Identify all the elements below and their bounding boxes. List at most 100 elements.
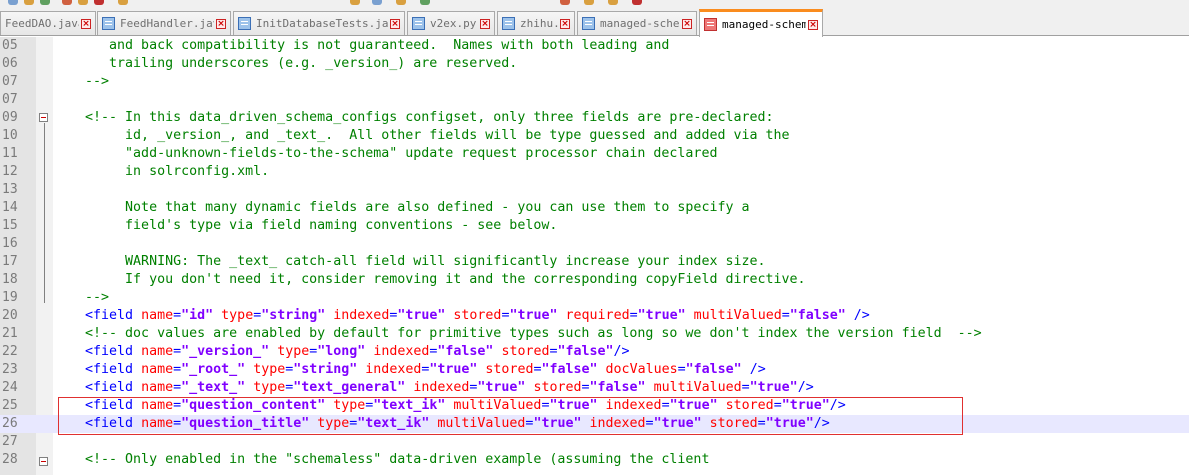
code-token: "true" [509, 308, 558, 323]
code-token: multiValued [437, 416, 526, 431]
toolbar-icon[interactable] [350, 0, 360, 5]
toolbar-icon[interactable] [24, 0, 34, 5]
close-icon[interactable]: × [81, 18, 91, 29]
code-line[interactable]: 27 [0, 433, 1189, 451]
toolbar-icon[interactable] [94, 0, 104, 5]
close-icon[interactable]: × [560, 18, 570, 29]
toolbar-icon[interactable] [40, 0, 50, 5]
toolbar-icon[interactable] [118, 0, 128, 5]
code-line[interactable]: 24 <field name="_text_" type="text_gener… [0, 379, 1189, 397]
close-icon[interactable]: × [808, 19, 818, 30]
toolbar-icon[interactable] [632, 0, 642, 5]
code-text: field's type via field naming convention… [53, 217, 557, 235]
toolbar-icon[interactable] [8, 0, 18, 5]
code-line[interactable]: 09 <!-- In this data_driven_schema_confi… [0, 109, 1189, 127]
code-line[interactable]: 11 "add-unknown-fields-to-the-schema" up… [0, 145, 1189, 163]
code-token: <field [85, 416, 142, 431]
code-token: in solrconfig.xml. [53, 164, 270, 179]
code-line[interactable]: 05 and back compatibility is not guarant… [0, 37, 1189, 55]
code-token: name [141, 380, 174, 395]
code-token: "false" [789, 308, 846, 323]
tab-managed-schema-2[interactable]: managed-schema × [699, 9, 823, 37]
code-line[interactable]: 19 --> [0, 289, 1189, 307]
toolbar-icon[interactable] [584, 0, 594, 5]
close-icon[interactable]: × [682, 18, 692, 29]
toolbar-icon[interactable] [420, 0, 430, 5]
code-token: <!-- Only enabled in the "schemaless" da… [53, 452, 710, 467]
toolbar-icon[interactable] [372, 0, 382, 5]
code-line[interactable]: 10 id, _version_, and _text_. All other … [0, 127, 1189, 145]
tab-feedhandler-java[interactable]: FeedHandler.java × [97, 11, 231, 35]
code-token: = [629, 308, 638, 323]
code-token: /> [613, 344, 630, 359]
code-line[interactable]: 17 WARNING: The _text_ catch-all field w… [0, 253, 1189, 271]
tab-label: FeedHandler.java [120, 17, 214, 30]
code-line[interactable]: 07 --> [0, 73, 1189, 91]
line-number: 20 [2, 308, 18, 323]
code-line[interactable]: 23 <field name="_root_" type="string" in… [0, 361, 1189, 379]
code-text: WARNING: The _text_ catch-all field will… [53, 253, 765, 271]
tab-label: InitDatabaseTests.java [256, 17, 388, 30]
line-number: 25 [2, 398, 18, 413]
code-text: --> [53, 73, 109, 91]
tab-label: v2ex.py [430, 17, 477, 30]
code-token: type [221, 308, 254, 323]
code-token: "true" [429, 362, 478, 377]
code-token: = [173, 344, 182, 359]
toolbar-icon[interactable] [560, 0, 570, 5]
line-number: 06 [2, 56, 18, 71]
code-line[interactable]: 06 trailing underscores (e.g. _version_)… [0, 55, 1189, 73]
code-line[interactable]: 20 <field name="id" type="string" indexe… [0, 307, 1189, 325]
code-line[interactable]: 07 [0, 91, 1189, 109]
tab-feeddao-java[interactable]: FeedDAO.java × [0, 11, 96, 35]
code-token: docValues [605, 362, 678, 377]
code-text: <field name="question_content" type="tex… [53, 397, 846, 415]
code-line[interactable]: 22 <field name="_version_" type="long" i… [0, 343, 1189, 361]
line-number: 18 [2, 272, 18, 287]
code-text: id, _version_, and _text_. All other fie… [53, 127, 789, 145]
code-line[interactable]: 25 <field name="question_content" type="… [0, 397, 1189, 415]
code-token: multiValued [653, 380, 742, 395]
code-editor[interactable]: 05 and back compatibility is not guarant… [0, 37, 1189, 475]
tab-label: managed-schema [600, 17, 680, 30]
close-icon[interactable]: × [390, 18, 400, 29]
line-number: 24 [2, 380, 18, 395]
code-line[interactable]: 21 <!-- doc values are enabled by defaul… [0, 325, 1189, 343]
code-text: --> [53, 289, 109, 307]
tab-managed-schema-1[interactable]: managed-schema × [577, 11, 697, 35]
code-token: multiValued [453, 398, 542, 413]
code-line[interactable]: 13 [0, 181, 1189, 199]
code-token: "string" [261, 308, 326, 323]
toolbar-icon[interactable] [62, 0, 72, 5]
code-token: "true" [637, 308, 686, 323]
code-line[interactable]: 26 <field name="question_title" type="te… [0, 415, 1189, 433]
toolbar-icon[interactable] [78, 0, 88, 5]
code-line[interactable]: 15 field's type via field naming convent… [0, 217, 1189, 235]
line-number: 07 [2, 92, 18, 107]
close-icon[interactable]: × [216, 18, 226, 29]
toolbar-icon[interactable] [396, 0, 406, 5]
code-line[interactable]: 18 If you don't need it, consider removi… [0, 271, 1189, 289]
code-text: <field name="_root_" type="string" index… [53, 361, 766, 379]
tab-v2ex-py[interactable]: v2ex.py × [407, 11, 495, 35]
tab-initdatabasetests-java[interactable]: InitDatabaseTests.java × [233, 11, 405, 35]
code-token: <field [85, 380, 142, 395]
code-line[interactable]: 16 [0, 235, 1189, 253]
code-line[interactable]: 12 in solrconfig.xml. [0, 163, 1189, 181]
line-number: 26 [2, 416, 18, 431]
code-line[interactable]: 14 Note that many dynamic fields are als… [0, 199, 1189, 217]
code-line[interactable]: 28 <!-- Only enabled in the "schemaless"… [0, 451, 1189, 469]
line-number: 15 [2, 218, 18, 233]
code-token: stored [725, 398, 774, 413]
tab-zhihu-py[interactable]: zhihu.py × [497, 11, 575, 35]
close-icon[interactable]: × [480, 18, 490, 29]
code-token: "true" [749, 380, 798, 395]
modified-file-icon [704, 18, 717, 31]
toolbar-icon[interactable] [608, 0, 618, 5]
